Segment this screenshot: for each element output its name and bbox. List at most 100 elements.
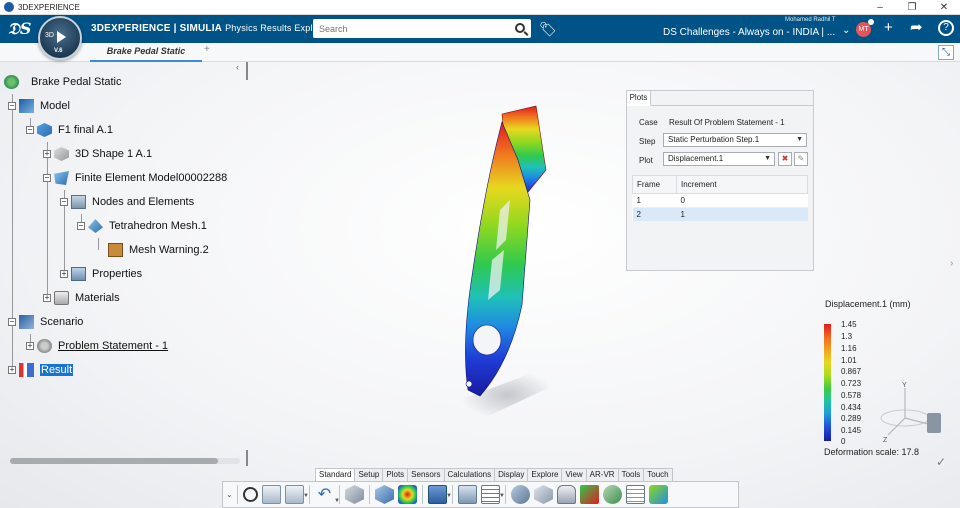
legend-value: 0 (841, 437, 846, 446)
collapse-tree-icon[interactable]: ‹ (236, 62, 239, 72)
collapse-icon[interactable]: − (43, 174, 51, 182)
undo-icon[interactable]: ↶ ▼ (315, 485, 340, 504)
share-icon[interactable]: ➦ (910, 20, 923, 36)
column-header-frame[interactable]: Frame (632, 175, 677, 194)
collapse-icon[interactable]: − (77, 222, 85, 230)
chevron-right-icon[interactable]: › (950, 258, 953, 269)
collapse-icon[interactable]: − (8, 102, 16, 110)
table-row[interactable]: 1 0 (632, 193, 808, 208)
tab-explore[interactable]: Explore (527, 468, 563, 481)
tree-node-part[interactable]: − F1 final A.1 (26, 120, 113, 140)
section-icon[interactable] (534, 485, 553, 504)
compass-3d-label: 3D (45, 32, 54, 39)
search-input[interactable] (313, 19, 503, 38)
help-icon[interactable]: ? (938, 20, 954, 36)
legend-value: 1.01 (841, 356, 857, 365)
tag-icon[interactable]: 🏷 (539, 21, 557, 38)
minimize-button[interactable]: – (864, 0, 896, 15)
plot-settings-icon[interactable]: ✖ (778, 152, 792, 166)
tab-ar-vr[interactable]: AR-VR (585, 468, 619, 481)
tree-node-root[interactable]: Brake Pedal Static (4, 72, 122, 92)
settings-gear-icon[interactable] (603, 485, 622, 504)
database-icon[interactable] (557, 485, 576, 504)
add-tab-button[interactable]: + (204, 44, 210, 55)
tree-node-scenario[interactable]: − Scenario (8, 312, 83, 332)
tree-node-model[interactable]: − Model (8, 96, 70, 116)
close-window-button[interactable]: ✕ (928, 0, 960, 15)
top-bar: 𝔇S 3DEXPERIENCE | SIMULIA Physics Results… (0, 15, 960, 43)
part-design-icon[interactable] (345, 485, 364, 504)
presentation-icon[interactable] (458, 485, 477, 504)
collapse-icon[interactable]: − (8, 318, 16, 326)
tree-horizontal-scrollbar[interactable] (10, 458, 240, 464)
search-icon[interactable] (515, 23, 525, 33)
contour-plot-icon[interactable] (398, 485, 417, 504)
tree-node-properties[interactable]: + Properties (60, 264, 142, 284)
tab-view[interactable]: View (561, 468, 587, 481)
legend-color-bar[interactable] (824, 324, 831, 441)
chevron-down-icon[interactable]: ⌄ (226, 490, 234, 499)
tree-node-materials[interactable]: + Materials (43, 288, 120, 308)
plots-tab[interactable]: Plots (627, 91, 651, 106)
pedal-pivot-hole (472, 324, 502, 356)
list-view-icon[interactable]: ▼ (481, 485, 505, 504)
frames-table: Frame Increment 1 0 2 1 (632, 175, 808, 221)
tab-standard[interactable]: Standard (315, 468, 356, 481)
tree-node-fem[interactable]: − Finite Element Model00002288 (43, 168, 227, 188)
tab-plots[interactable]: Plots (382, 468, 409, 481)
animation-icon[interactable]: ▼ (428, 485, 452, 504)
collapse-icon[interactable]: − (60, 198, 68, 206)
tree-node-problem[interactable]: + Problem Statement - 1 (26, 336, 168, 356)
plugins-icon[interactable] (649, 485, 668, 504)
paste-icon[interactable]: ▼ (285, 485, 309, 504)
tree-splitter[interactable] (246, 62, 248, 80)
tab-display[interactable]: Display (494, 468, 529, 481)
tree-node-nodes[interactable]: − Nodes and Elements (60, 192, 194, 212)
tab-tools[interactable]: Tools (617, 468, 645, 481)
toolbar-separator (309, 485, 310, 504)
result-compare-icon[interactable] (580, 485, 599, 504)
add-icon[interactable]: + (884, 20, 893, 36)
scrollbar-thumb[interactable] (10, 458, 218, 464)
tree-label-problem: Problem Statement - 1 (58, 340, 169, 352)
maximize-button[interactable]: ❐ (896, 0, 928, 15)
expand-icon[interactable]: + (60, 270, 68, 278)
problem-icon (37, 339, 52, 353)
tab-setup[interactable]: Setup (354, 468, 384, 481)
check-icon[interactable]: ✓ (936, 455, 946, 469)
tab-touch[interactable]: Touch (643, 468, 673, 481)
tree-node-warning[interactable]: Mesh Warning.2 (108, 240, 209, 260)
collaborative-space-title[interactable]: DS Challenges - Always on - INDIA | ... (663, 27, 835, 38)
table-row-selected[interactable]: 2 1 (632, 207, 808, 221)
tree-node-tetra[interactable]: − Tetrahedron Mesh.1 (77, 216, 207, 236)
tree-node-shape[interactable]: + 3D Shape 1 A.1 (43, 144, 152, 164)
report-icon[interactable] (626, 485, 645, 504)
expand-icon[interactable]: + (8, 366, 16, 374)
chevron-down-icon[interactable]: ⌄ (842, 25, 850, 36)
tab-calculations[interactable]: Calculations (443, 468, 496, 481)
expand-icon[interactable]: + (26, 342, 34, 350)
dropdown-arrow-icon: ▼ (764, 155, 771, 162)
plot-select[interactable]: Displacement.1 ▼ (663, 152, 775, 166)
fullscreen-icon[interactable]: ⤡ (938, 45, 954, 60)
ds-logo-icon: 𝔇S (8, 19, 32, 38)
tab-brake-pedal-static[interactable]: Brake Pedal Static (90, 43, 202, 62)
zoom-icon[interactable] (243, 487, 258, 502)
mesh-part-icon[interactable] (375, 485, 394, 504)
orientation-triad[interactable]: Y Z (872, 380, 942, 445)
expand-icon[interactable]: + (43, 150, 51, 158)
result-icon (19, 363, 34, 377)
tab-sensors[interactable]: Sensors (407, 468, 445, 481)
collapse-icon[interactable]: − (26, 126, 34, 134)
copy-icon[interactable] (262, 485, 281, 504)
step-select[interactable]: Static Perturbation Step.1 ▼ (663, 133, 807, 147)
plots-panel: Plots Case Result Of Problem Statement -… (626, 90, 814, 271)
tree-node-result[interactable]: + Result (8, 360, 74, 380)
pedal-3d-model[interactable] (440, 100, 570, 440)
column-header-increment[interactable]: Increment (676, 175, 808, 194)
tree-splitter-bottom[interactable] (246, 450, 248, 466)
expand-icon[interactable]: + (43, 294, 51, 302)
compass-widget[interactable]: 3D V.6 (38, 16, 82, 60)
edit-pencil-icon[interactable]: ✎ (794, 152, 808, 166)
sensor-icon[interactable] (511, 485, 530, 504)
